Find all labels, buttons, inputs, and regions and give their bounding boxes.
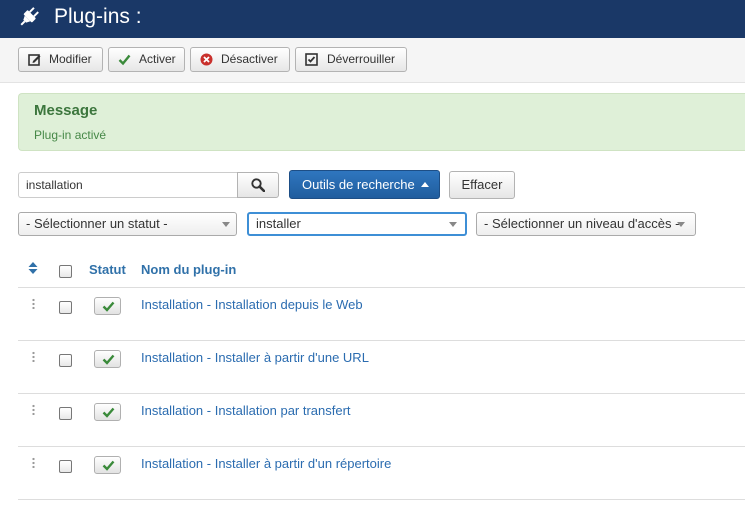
title-bar: Plug-ins :	[0, 0, 745, 38]
check-icon	[102, 301, 115, 312]
message-heading: Message	[34, 102, 98, 119]
disable-button-label: Désactiver	[221, 52, 278, 66]
divider	[18, 499, 745, 500]
folder-select[interactable]: installer	[247, 212, 467, 236]
search-tools-label: Outils de recherche	[302, 177, 415, 192]
enable-button-label: Activer	[139, 52, 176, 66]
toolbar: Modifier Activer Désactiver Déverrouille…	[0, 38, 745, 83]
select-all-checkbox[interactable]	[59, 265, 72, 278]
divider	[18, 287, 745, 288]
column-header-name[interactable]: Nom du plug-in	[141, 262, 236, 277]
success-message: Message Plug-in activé	[18, 93, 745, 151]
check-icon	[102, 407, 115, 418]
status-select-value: - Sélectionner un statut -	[26, 216, 168, 231]
divider	[18, 393, 745, 394]
status-toggle[interactable]	[94, 350, 121, 368]
search-tools-button[interactable]: Outils de recherche	[289, 170, 440, 199]
enable-button[interactable]: Activer	[108, 47, 185, 72]
plugin-name-link[interactable]: Installation - Installer à partir d'une …	[141, 350, 369, 365]
check-icon	[102, 460, 115, 471]
status-toggle[interactable]	[94, 297, 121, 315]
unlock-button-label: Déverrouiller	[327, 52, 396, 66]
plug-icon	[20, 7, 39, 26]
row-checkbox[interactable]	[59, 354, 72, 367]
row-checkbox[interactable]	[59, 301, 72, 314]
chevron-down-icon	[677, 222, 685, 227]
plugin-name-link[interactable]: Installation - Installer à partir d'un r…	[141, 456, 391, 471]
edit-button-label: Modifier	[49, 52, 92, 66]
access-level-select-value: - Sélectionner un niveau d'accès -	[484, 216, 680, 231]
drag-handle-icon[interactable]	[32, 298, 35, 309]
chevron-down-icon	[222, 222, 230, 227]
edit-icon	[28, 54, 41, 66]
chevron-down-icon	[449, 222, 457, 227]
check-icon	[118, 54, 131, 66]
row-checkbox[interactable]	[59, 460, 72, 473]
plugin-name-link[interactable]: Installation - Installation depuis le We…	[141, 297, 363, 312]
status-toggle[interactable]	[94, 456, 121, 474]
status-select[interactable]: - Sélectionner un statut -	[18, 212, 237, 236]
access-level-select[interactable]: - Sélectionner un niveau d'accès -	[476, 212, 696, 236]
plugin-name-link[interactable]: Installation - Installation par transfer…	[141, 403, 351, 418]
checkbox-icon	[305, 53, 318, 66]
check-icon	[102, 354, 115, 365]
drag-handle-icon[interactable]	[32, 457, 35, 468]
caret-up-icon	[421, 182, 429, 187]
page-title: Plug-ins :	[54, 5, 142, 28]
cancel-circle-icon	[200, 53, 213, 66]
sort-icon[interactable]	[28, 262, 38, 274]
search-button[interactable]	[237, 172, 279, 198]
drag-handle-icon[interactable]	[32, 404, 35, 415]
message-text: Plug-in activé	[34, 128, 107, 142]
disable-button[interactable]: Désactiver	[190, 47, 290, 72]
unlock-button[interactable]: Déverrouiller	[295, 47, 407, 72]
search-input[interactable]	[18, 172, 238, 198]
status-toggle[interactable]	[94, 403, 121, 421]
drag-handle-icon[interactable]	[32, 351, 35, 362]
clear-button[interactable]: Effacer	[449, 171, 515, 199]
row-checkbox[interactable]	[59, 407, 72, 420]
divider	[18, 446, 745, 447]
edit-button[interactable]: Modifier	[18, 47, 103, 72]
search-icon	[251, 178, 265, 192]
divider	[18, 340, 745, 341]
column-header-status[interactable]: Statut	[89, 262, 126, 277]
folder-select-value: installer	[256, 216, 301, 231]
